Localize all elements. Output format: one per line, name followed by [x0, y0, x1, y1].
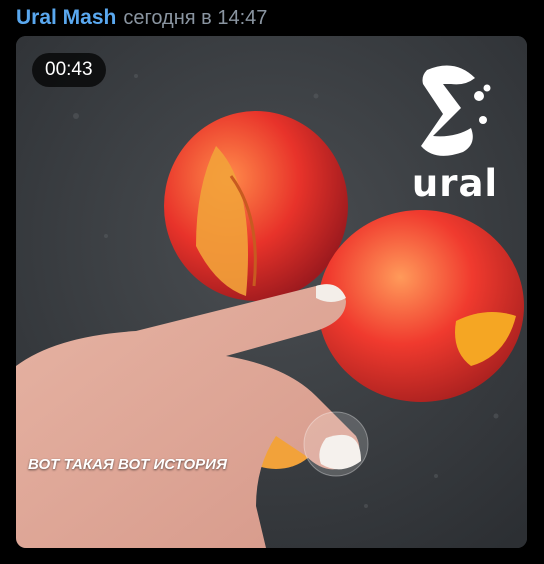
message-header: Ural Mash сегодня в 14:47 [16, 6, 267, 32]
ural-logo: ural [407, 62, 503, 205]
video-attachment[interactable]: 00:43 ural ВОТ ТАКАЯ ВОТ ИСТОРИЯ [16, 36, 527, 548]
message-timestamp: сегодня в 14:47 [123, 7, 268, 29]
brand-wordmark: ural [411, 162, 499, 205]
ural-mark-icon [421, 65, 491, 156]
video-duration-badge: 00:43 [32, 53, 106, 87]
author-name[interactable]: Ural Mash [16, 6, 116, 30]
video-caption: ВОТ ТАКАЯ ВОТ ИСТОРИЯ [28, 456, 227, 473]
